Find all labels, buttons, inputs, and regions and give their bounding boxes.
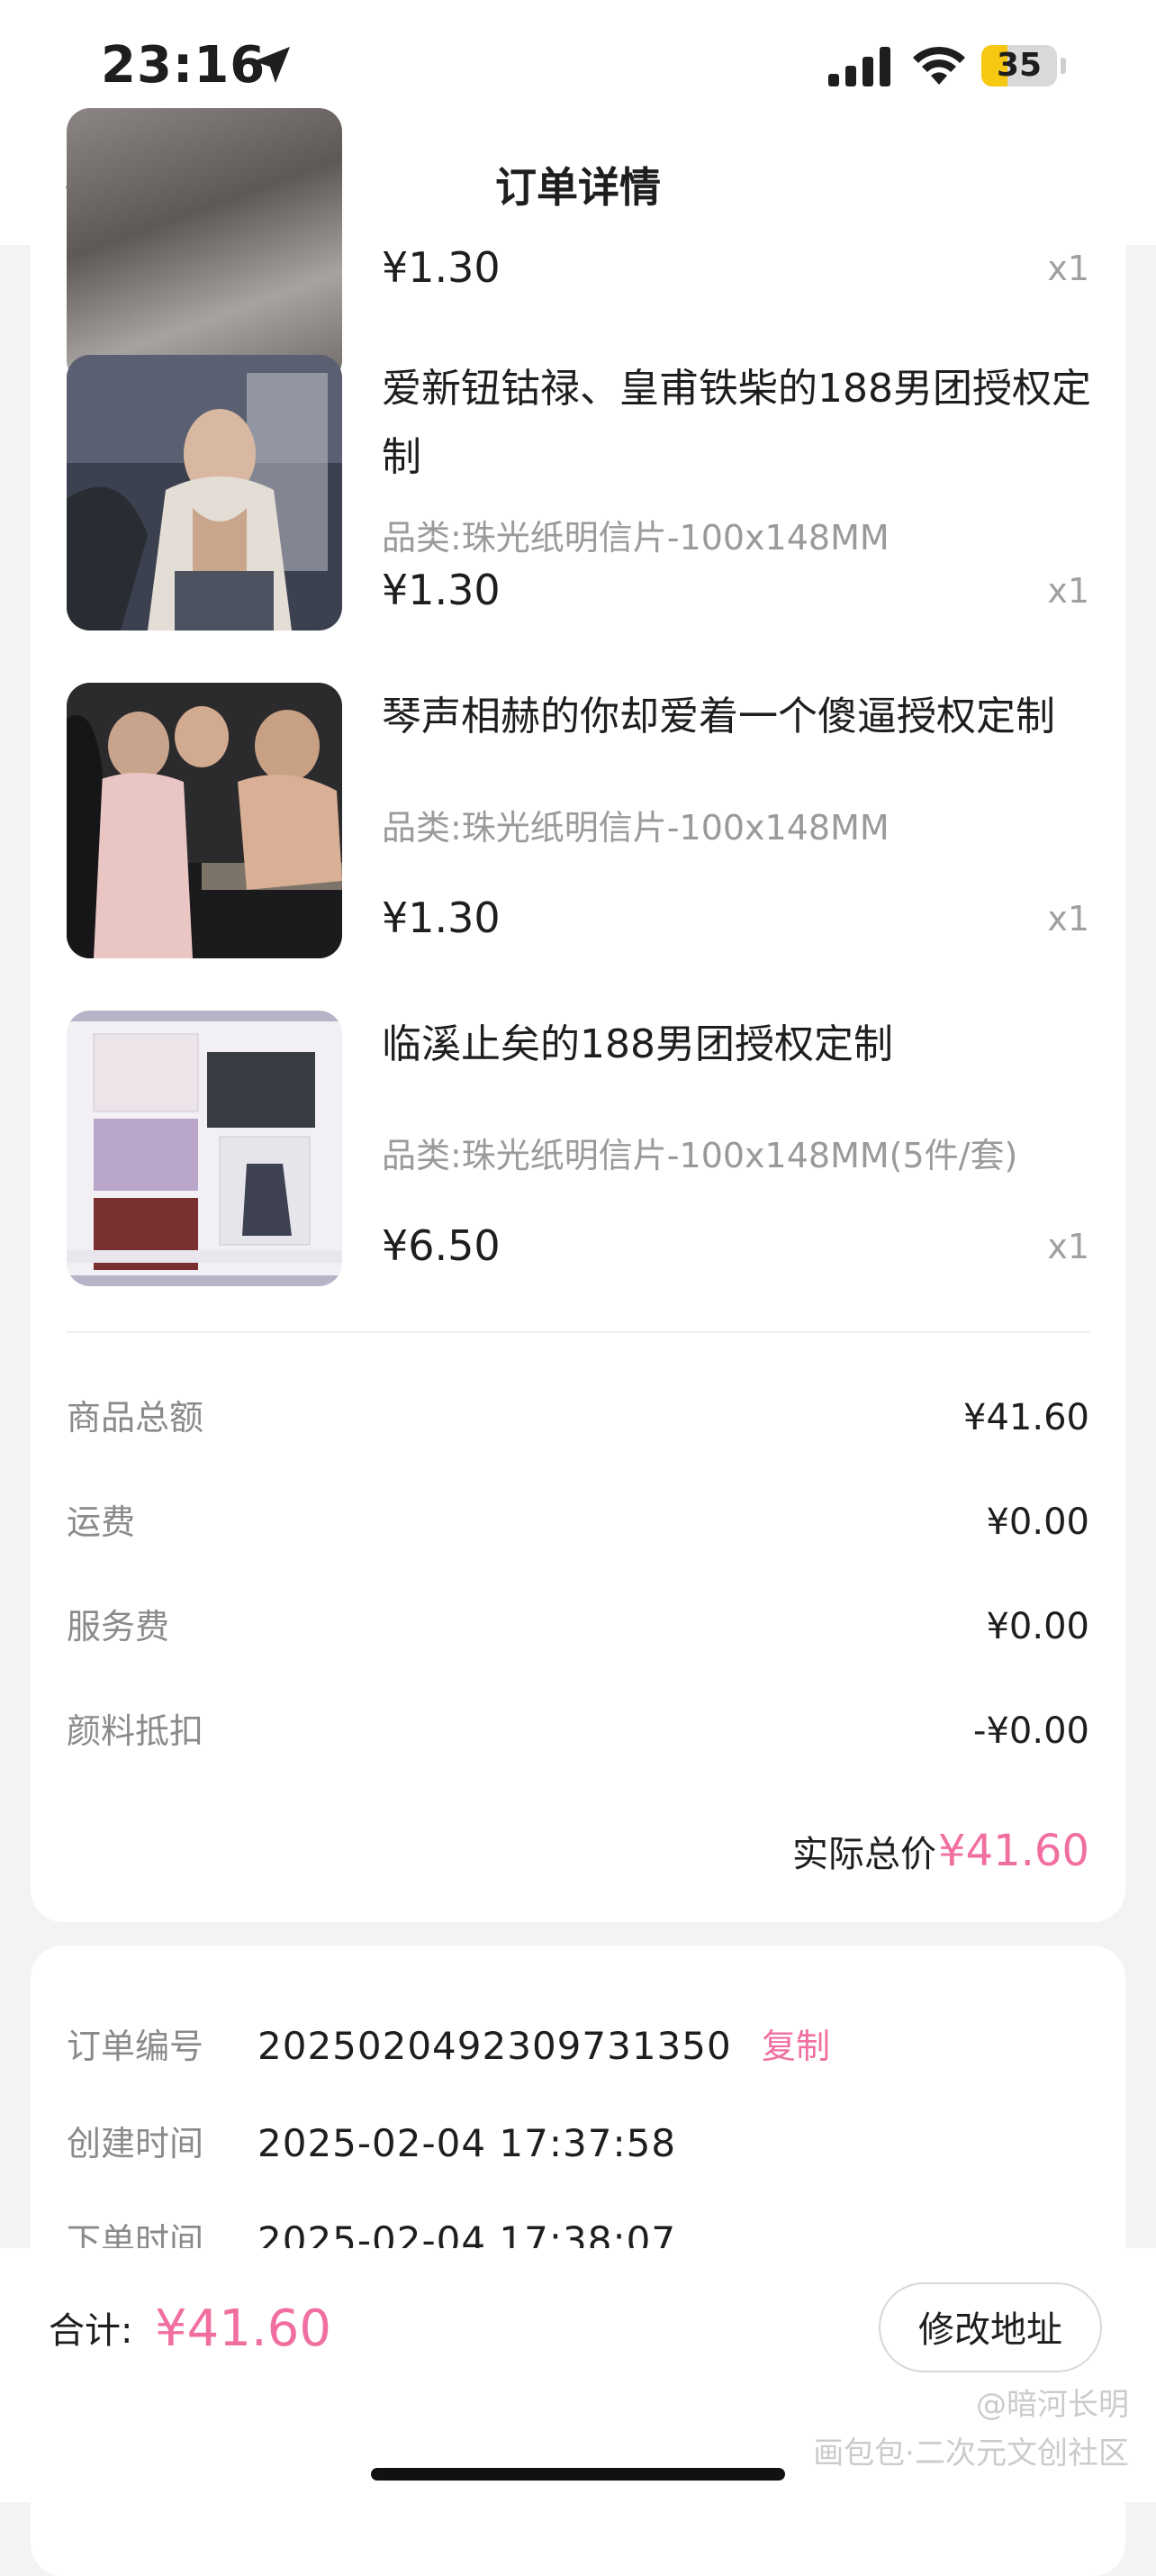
product-quantity: x1 [1047, 249, 1089, 288]
product-title: 临溪止矣的188男团授权定制 [382, 1021, 893, 1067]
cellular-signal-icon [828, 47, 890, 86]
summary-label: 商品总额 [67, 1398, 204, 1438]
bottom-total-value: ¥41.60 [155, 2299, 331, 2358]
created-time-value: 2025-02-04 17:37:58 [257, 2121, 677, 2165]
bottom-total-label: 合计: [49, 2310, 133, 2352]
summary-label: 颜料抵扣 [67, 1711, 204, 1751]
summary-value: ¥41.60 [963, 1397, 1089, 1438]
wifi-icon [913, 46, 965, 85]
battery-level: 35 [996, 47, 1043, 84]
summary-value: ¥0.00 [986, 1606, 1089, 1647]
product-thumbnail[interactable] [67, 355, 342, 630]
summary-value: -¥0.00 [973, 1710, 1089, 1752]
summary-row-paint-deduction: 颜料抵扣 -¥0.00 [67, 1704, 1089, 1758]
product-price: ¥1.30 [382, 893, 501, 942]
copy-order-number-button[interactable]: 复制 [762, 2019, 830, 2073]
summary-value: ¥0.00 [986, 1501, 1089, 1543]
product-thumbnail[interactable] [67, 108, 342, 384]
status-time: 23:16 [101, 36, 266, 95]
home-indicator[interactable] [371, 2468, 785, 2481]
product-title: 爱新钮钴禄、皇甫铁柴的188男团授权定制 [382, 366, 1091, 480]
product-spec: 品类:珠光纸明信片-100x148MM [382, 518, 890, 558]
product-quantity: x1 [1047, 899, 1089, 939]
divider [67, 1331, 1089, 1333]
product-spec: 品类:珠光纸明信片-100x148MM [382, 808, 890, 848]
watermark-author: @暗河长明 [976, 2387, 1129, 2423]
summary-row-service-fee: 服务费 ¥0.00 [67, 1600, 1089, 1654]
order-number-row: 订单编号 2025020492309731350 复制 [67, 2019, 1089, 2073]
product-title: 琴声相赫的你却爱着一个傻逼授权定制 [382, 694, 1055, 739]
order-number-label: 订单编号 [67, 2027, 204, 2066]
summary-row-shipping: 运费 ¥0.00 [67, 1495, 1089, 1549]
location-arrow-icon [254, 47, 290, 83]
created-time-label: 创建时间 [67, 2124, 204, 2163]
modify-address-button[interactable]: 修改地址 [879, 2282, 1102, 2372]
product-quantity: x1 [1047, 1227, 1089, 1266]
watermark-site: 画包包·二次元文创社区 [813, 2435, 1129, 2472]
product-thumbnail[interactable] [67, 683, 342, 958]
product-price: ¥6.50 [382, 1221, 501, 1270]
product-spec: 品类:珠光纸明信片-100x148MM(5件/套) [382, 1136, 1018, 1175]
created-time-row: 创建时间 2025-02-04 17:37:58 [67, 2117, 1089, 2171]
summary-label: 运费 [67, 1502, 136, 1542]
summary-label: 服务费 [67, 1607, 170, 1646]
product-quantity: x1 [1047, 571, 1089, 611]
actual-total-label: 实际总价 [792, 1834, 936, 1875]
actual-total-value: ¥41.60 [938, 1826, 1089, 1876]
order-items-card: ¥1.30 x1 爱新钮钴禄、皇甫铁柴的188男团授权定制 品类:珠光纸明信片-… [31, 108, 1125, 1922]
summary-row-goods-total: 商品总额 ¥41.60 [67, 1391, 1089, 1445]
battery-icon: 35 [981, 45, 1057, 86]
product-price: ¥1.30 [382, 566, 501, 614]
product-price: ¥1.30 [382, 243, 501, 292]
battery-cap [1061, 58, 1066, 74]
order-number-value: 2025020492309731350 [257, 2024, 732, 2068]
product-thumbnail[interactable] [67, 1011, 342, 1286]
